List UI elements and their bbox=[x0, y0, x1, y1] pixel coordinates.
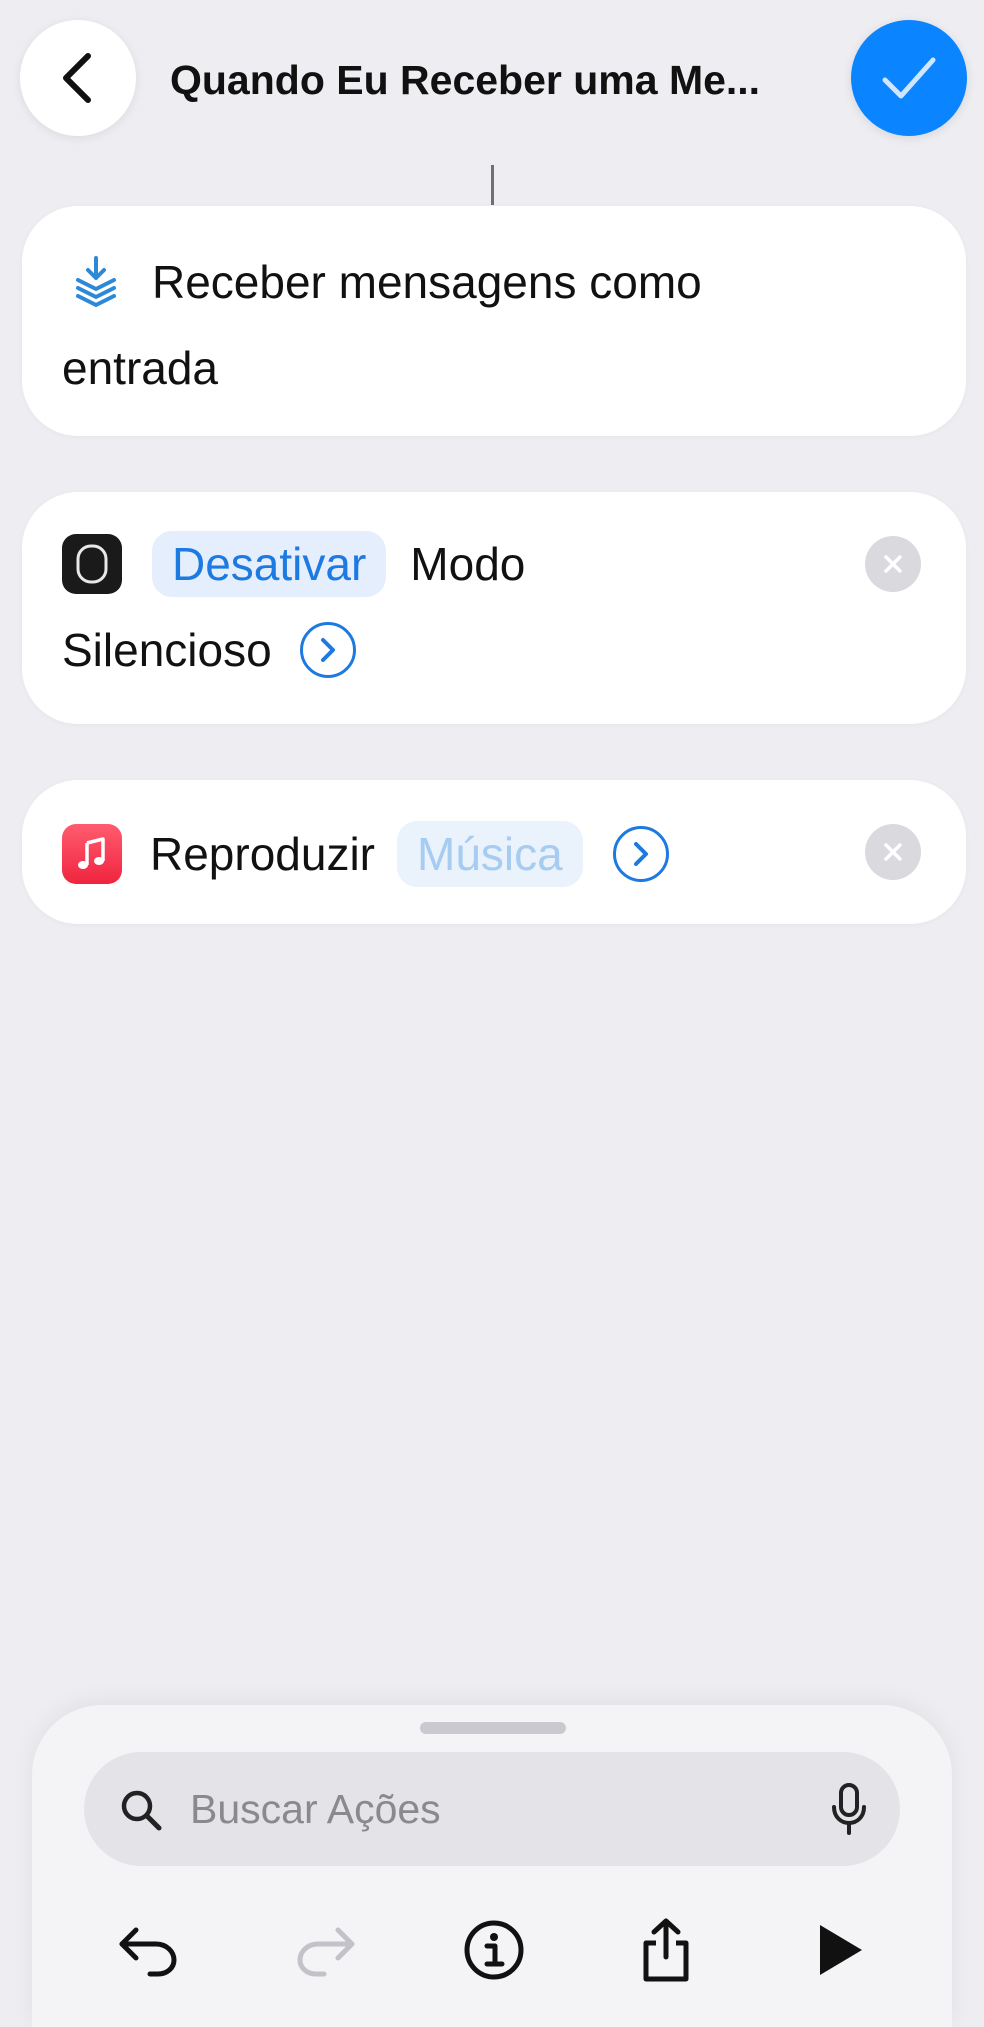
remove-icon bbox=[884, 555, 902, 573]
show-more-button[interactable] bbox=[299, 622, 356, 678]
music-parameter-token[interactable]: Música bbox=[397, 821, 583, 887]
sheet-grabber[interactable] bbox=[420, 1722, 566, 1734]
focus-mode-icon bbox=[62, 534, 122, 594]
undo-icon bbox=[119, 1927, 177, 1977]
chevron-right-circle-icon bbox=[320, 638, 335, 662]
chevron-left-icon bbox=[63, 53, 91, 103]
share-button[interactable] bbox=[626, 1910, 706, 1990]
music-app-icon bbox=[62, 824, 122, 884]
top-bar: Quando Eu Receber uma Me... bbox=[0, 0, 984, 160]
search-placeholder: Buscar Ações bbox=[190, 1786, 441, 1832]
info-icon bbox=[464, 1920, 524, 1980]
shortcut-title[interactable]: Quando Eu Receber uma Me... bbox=[170, 52, 810, 108]
action-card-receive-input[interactable]: Receber mensagens como entrada bbox=[22, 206, 966, 436]
action-connector-line bbox=[491, 165, 494, 205]
remove-action-button[interactable] bbox=[865, 824, 921, 880]
run-button[interactable] bbox=[800, 1910, 880, 1990]
info-button[interactable] bbox=[454, 1910, 534, 1990]
play-icon bbox=[820, 1925, 862, 1975]
action-text: Reproduzir bbox=[150, 828, 375, 880]
done-button[interactable] bbox=[851, 20, 967, 136]
remove-icon bbox=[884, 843, 902, 861]
show-more-button[interactable] bbox=[612, 826, 669, 882]
action-text-continued: entrada bbox=[62, 342, 219, 394]
action-card-play-music[interactable]: Reproduzir Música bbox=[22, 780, 966, 924]
toggle-parameter-token[interactable]: Desativar bbox=[152, 531, 387, 597]
chevron-right-circle-icon bbox=[633, 842, 648, 866]
back-button[interactable] bbox=[20, 20, 136, 136]
redo-button[interactable] bbox=[286, 1910, 366, 1990]
action-text-continued: Silencioso bbox=[62, 624, 272, 676]
microphone-icon bbox=[832, 1783, 866, 1835]
share-icon bbox=[643, 1918, 689, 1982]
actions-bottom-sheet: Buscar Ações bbox=[32, 1705, 952, 2027]
dictation-button[interactable] bbox=[824, 1781, 874, 1837]
redo-icon bbox=[297, 1927, 355, 1977]
action-text: Modo bbox=[410, 538, 526, 590]
action-text: Receber mensagens como bbox=[152, 256, 702, 308]
undo-button[interactable] bbox=[108, 1910, 188, 1990]
receive-input-icon bbox=[66, 252, 126, 312]
remove-action-button[interactable] bbox=[865, 536, 921, 592]
search-actions-field[interactable]: Buscar Ações bbox=[84, 1752, 900, 1866]
magnifier-icon bbox=[121, 1790, 162, 1831]
action-card-silent-mode[interactable]: Desativar Modo Silencioso bbox=[22, 492, 966, 724]
checkmark-icon bbox=[882, 57, 936, 99]
